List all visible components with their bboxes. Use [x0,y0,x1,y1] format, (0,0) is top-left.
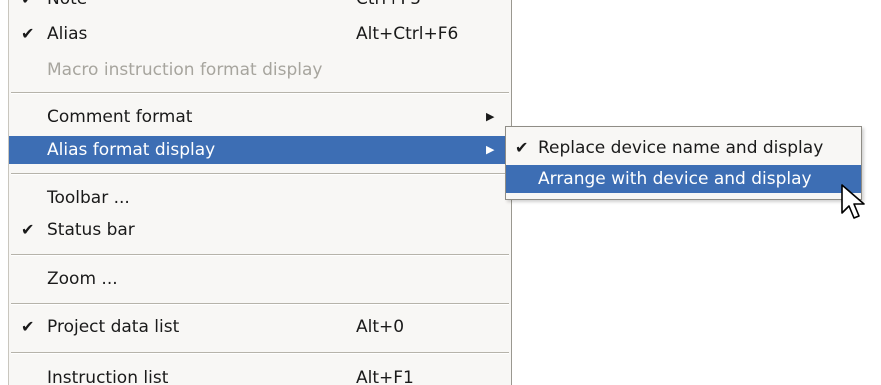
menu-item-instruction-list[interactable]: Instruction list Alt+F1 [9,364,511,385]
menu-item-label: Alias [47,24,88,44]
submenu-item-label: Arrange with device and display [538,169,812,189]
checkmark-icon: ✔ [21,317,35,336]
menu-item-shortcut: Ctrl+F5 [356,0,421,13]
checkmark-icon: ✔ [515,138,529,157]
checkmark-icon: ✔ [21,220,35,239]
menu-separator [11,352,509,354]
menu-item-macro-instruction-format-display[interactable]: Macro instruction format display [9,56,511,84]
menu-item-status-bar[interactable]: ✔ Status bar [9,216,511,244]
submenu-item-replace-device-name[interactable]: ✔ Replace device name and display [506,134,861,162]
view-menu: ✔ Note Ctrl+F5 ✔ Alias Alt+Ctrl+F6 Macro… [8,0,512,385]
menu-item-shortcut: Alt+0 [356,317,405,337]
checkmark-icon: ✔ [21,24,35,43]
menu-item-alias-format-display[interactable]: Alias format display ▶ [9,136,511,164]
menu-item-label: Toolbar ... [47,188,130,208]
menu-item-label: Zoom ... [47,269,118,289]
alias-format-submenu: ✔ Replace device name and display Arrang… [505,126,862,200]
menu-separator [11,173,509,175]
menu-separator [11,303,509,305]
menu-item-shortcut: Alt+F1 [356,368,414,385]
mouse-pointer-icon [841,184,865,219]
submenu-item-label: Replace device name and display [538,138,824,158]
menu-item-note[interactable]: ✔ Note Ctrl+F5 [9,0,511,13]
menu-item-label: Macro instruction format display [47,60,323,80]
menu-item-shortcut: Alt+Ctrl+F6 [356,24,459,44]
menu-separator [11,92,509,94]
menu-item-toolbar[interactable]: Toolbar ... [9,184,511,212]
menu-item-label: Status bar [47,220,135,240]
menu-item-alias[interactable]: ✔ Alias Alt+Ctrl+F6 [9,20,511,48]
menu-item-label: Alias format display [47,140,216,160]
menu-item-label: Comment format [47,107,193,127]
menu-item-label: Instruction list [47,368,169,385]
menu-item-label: Note [47,0,87,13]
menu-item-project-data-list[interactable]: ✔ Project data list Alt+0 [9,313,511,341]
menu-item-comment-format[interactable]: Comment format ▶ [9,103,511,131]
menu-separator [11,254,509,256]
submenu-arrow-icon: ▶ [486,143,495,156]
checkmark-icon: ✔ [21,0,37,13]
menu-item-label: Project data list [47,317,180,337]
menu-item-zoom[interactable]: Zoom ... [9,265,511,293]
submenu-arrow-icon: ▶ [486,110,495,123]
submenu-item-arrange-with-device[interactable]: Arrange with device and display [506,165,861,193]
